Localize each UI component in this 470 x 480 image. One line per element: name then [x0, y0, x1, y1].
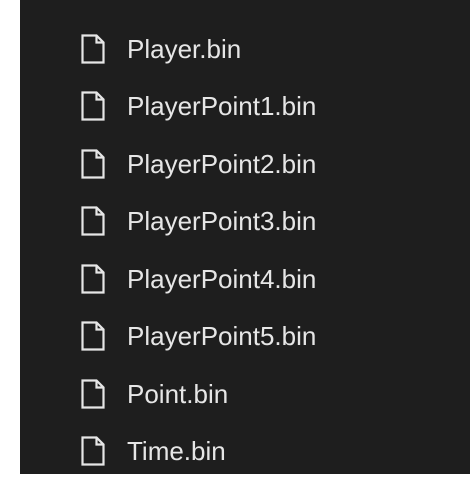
- document-icon: [80, 206, 106, 237]
- document-icon: [80, 148, 106, 179]
- document-icon: [80, 91, 106, 122]
- file-item-point-bin[interactable]: Point.bin: [20, 365, 470, 423]
- file-item-playerpoint5-bin[interactable]: PlayerPoint5.bin: [20, 308, 470, 366]
- file-item-playerpoint2-bin[interactable]: PlayerPoint2.bin: [20, 135, 470, 193]
- file-name-label: PlayerPoint4.bin: [127, 266, 316, 292]
- file-explorer-panel: Player.bin PlayerPoint1.bin PlayerPoint2…: [20, 0, 470, 474]
- file-name-label: PlayerPoint5.bin: [127, 323, 316, 349]
- file-name-label: Time.bin: [127, 438, 226, 464]
- file-list: Player.bin PlayerPoint1.bin PlayerPoint2…: [20, 20, 470, 480]
- file-name-label: PlayerPoint2.bin: [127, 151, 316, 177]
- file-item-playerpoint3-bin[interactable]: PlayerPoint3.bin: [20, 193, 470, 251]
- document-icon: [80, 33, 106, 64]
- file-name-label: Point.bin: [127, 381, 228, 407]
- file-item-player-bin[interactable]: Player.bin: [20, 20, 470, 78]
- document-icon: [80, 378, 106, 409]
- document-icon: [80, 321, 106, 352]
- file-item-playerpoint1-bin[interactable]: PlayerPoint1.bin: [20, 78, 470, 136]
- file-name-label: PlayerPoint3.bin: [127, 208, 316, 234]
- document-icon: [80, 436, 106, 467]
- document-icon: [80, 263, 106, 294]
- file-name-label: PlayerPoint1.bin: [127, 93, 316, 119]
- file-item-time-bin[interactable]: Time.bin: [20, 423, 470, 480]
- file-name-label: Player.bin: [127, 36, 241, 62]
- file-item-playerpoint4-bin[interactable]: PlayerPoint4.bin: [20, 250, 470, 308]
